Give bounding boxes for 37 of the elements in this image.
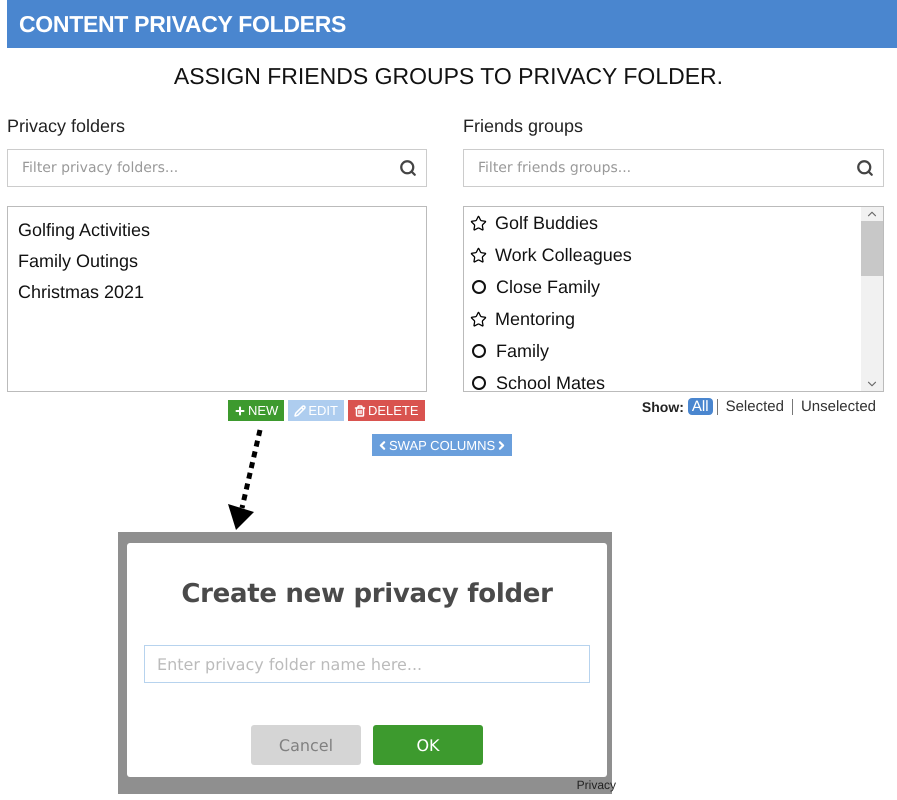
group-item[interactable]: Golf Buddies — [495, 212, 598, 234]
group-item[interactable]: Work Colleagues — [495, 244, 632, 266]
search-field[interactable]: Filter friends groups... — [463, 149, 884, 187]
column-label: Privacy folders — [7, 116, 126, 137]
search-icon — [399, 159, 417, 177]
star-icon — [470, 214, 487, 232]
circle-icon — [472, 280, 486, 294]
new-button[interactable]: NEW — [228, 400, 284, 421]
circle-icon — [472, 344, 486, 358]
column-label: Friends groups — [463, 116, 584, 137]
ok-button[interactable]: OK — [373, 725, 483, 765]
filter-option[interactable]: All — [688, 398, 713, 415]
delete-button[interactable]: DELETE — [348, 400, 425, 421]
group-item[interactable]: Mentoring — [495, 308, 576, 330]
filter-option[interactable]: Selected — [722, 398, 788, 415]
trash-icon — [354, 404, 366, 416]
scroll-thumb[interactable] — [861, 221, 883, 276]
folder-item[interactable]: Golfing Activities — [18, 215, 150, 246]
show-label: Show: — [642, 398, 684, 414]
group-item[interactable]: Family — [496, 340, 549, 362]
folder-name-field[interactable]: Enter privacy folder name here... — [144, 645, 590, 683]
folder-item[interactable]: Family Outings — [18, 246, 138, 277]
star-icon — [470, 310, 487, 328]
page-heading: ASSIGN FRIENDS GROUPS TO PRIVACY FOLDER. — [172, 63, 724, 90]
filter-option[interactable]: Unselected — [796, 398, 880, 415]
circle-icon — [472, 376, 486, 390]
scrollbar[interactable] — [861, 207, 883, 391]
dialog-title: Create new privacy folder — [181, 579, 553, 609]
search-icon — [856, 159, 874, 177]
folder-item[interactable]: Christmas 2021 — [18, 277, 144, 308]
plus-icon — [234, 404, 246, 416]
group-item[interactable]: Close Family — [496, 276, 600, 298]
pencil-icon — [294, 404, 306, 416]
group-item[interactable]: School Mates — [496, 372, 606, 391]
header-title: CONTENT PRIVACY FOLDERS — [19, 10, 346, 38]
search-field[interactable]: Filter privacy folders... — [7, 149, 427, 187]
star-icon — [470, 246, 487, 264]
